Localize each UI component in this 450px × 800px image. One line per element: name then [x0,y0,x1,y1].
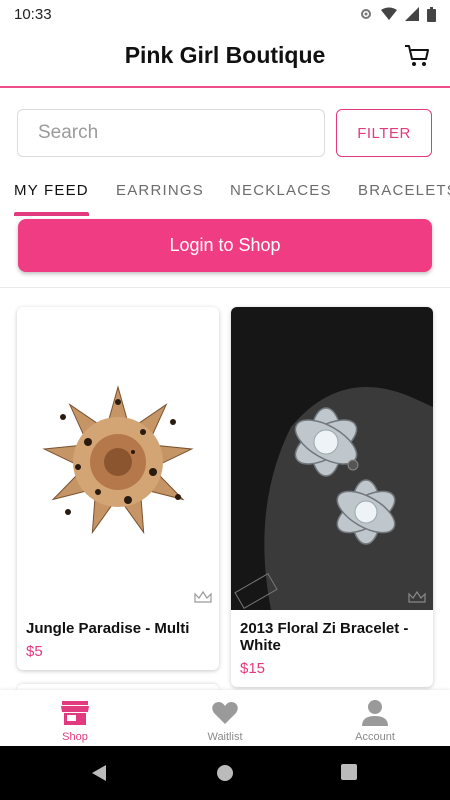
search-placeholder: Search [38,122,99,143]
nav-account[interactable]: Account [300,690,450,746]
nav-account-label: Account [355,731,395,743]
search-input[interactable]: Search [17,109,325,157]
nav-shop[interactable]: Shop [0,690,150,746]
category-tabs: MY FEED EARRINGS NECKLACES BRACELETS [0,176,450,216]
home-icon[interactable] [216,764,234,782]
recents-icon[interactable] [341,764,357,780]
person-icon [362,700,388,726]
back-icon[interactable] [90,764,108,782]
product-image[interactable] [17,307,219,610]
battery-icon [427,6,436,22]
filter-button[interactable]: FILTER [336,109,432,157]
product-price: $15 [240,660,266,677]
store-icon [61,701,89,725]
tab-necklaces[interactable]: NECKLACES [230,182,332,199]
settings-status-icon [361,9,371,19]
product-name[interactable]: Jungle Paradise - Multi [17,610,219,637]
nav-waitlist[interactable]: Waitlist [150,690,300,746]
product-card[interactable]: 2013 Floral Zi Bracelet - White $15 [231,307,433,687]
product-card[interactable]: Jungle Paradise - Multi $5 [17,307,219,670]
filter-label: FILTER [357,124,411,142]
crown-badge-icon [194,590,212,603]
nav-waitlist-label: Waitlist [207,731,243,743]
product-name[interactable]: 2013 Floral Zi Bracelet - White [231,610,433,654]
login-label: Login to Shop [169,235,281,255]
tab-bracelets[interactable]: BRACELETS [358,182,450,199]
cart-icon[interactable] [404,44,430,68]
system-navigation-bar [0,746,450,800]
tab-my-feed[interactable]: MY FEED [14,182,89,199]
login-to-shop-button[interactable]: Login to Shop [18,219,432,272]
product-image[interactable] [231,307,433,610]
floral-bracelet-image [234,387,433,610]
status-bar: 10:33 [0,0,450,28]
signal-icon [405,7,419,21]
crown-badge-icon [408,590,426,603]
product-price: $5 [26,643,43,660]
app-bar: Pink Girl Boutique [0,28,450,88]
heart-icon [212,702,238,724]
wifi-icon [381,7,397,20]
tab-indicator [14,212,89,216]
status-time: 10:33 [14,5,52,23]
leopard-flower-image [42,385,194,535]
divider [0,287,450,288]
page-title: Pink Girl Boutique [124,42,326,68]
nav-shop-label: Shop [62,731,88,743]
tab-earrings[interactable]: EARRINGS [116,182,204,199]
bottom-navigation: Shop Waitlist Account [0,690,450,746]
